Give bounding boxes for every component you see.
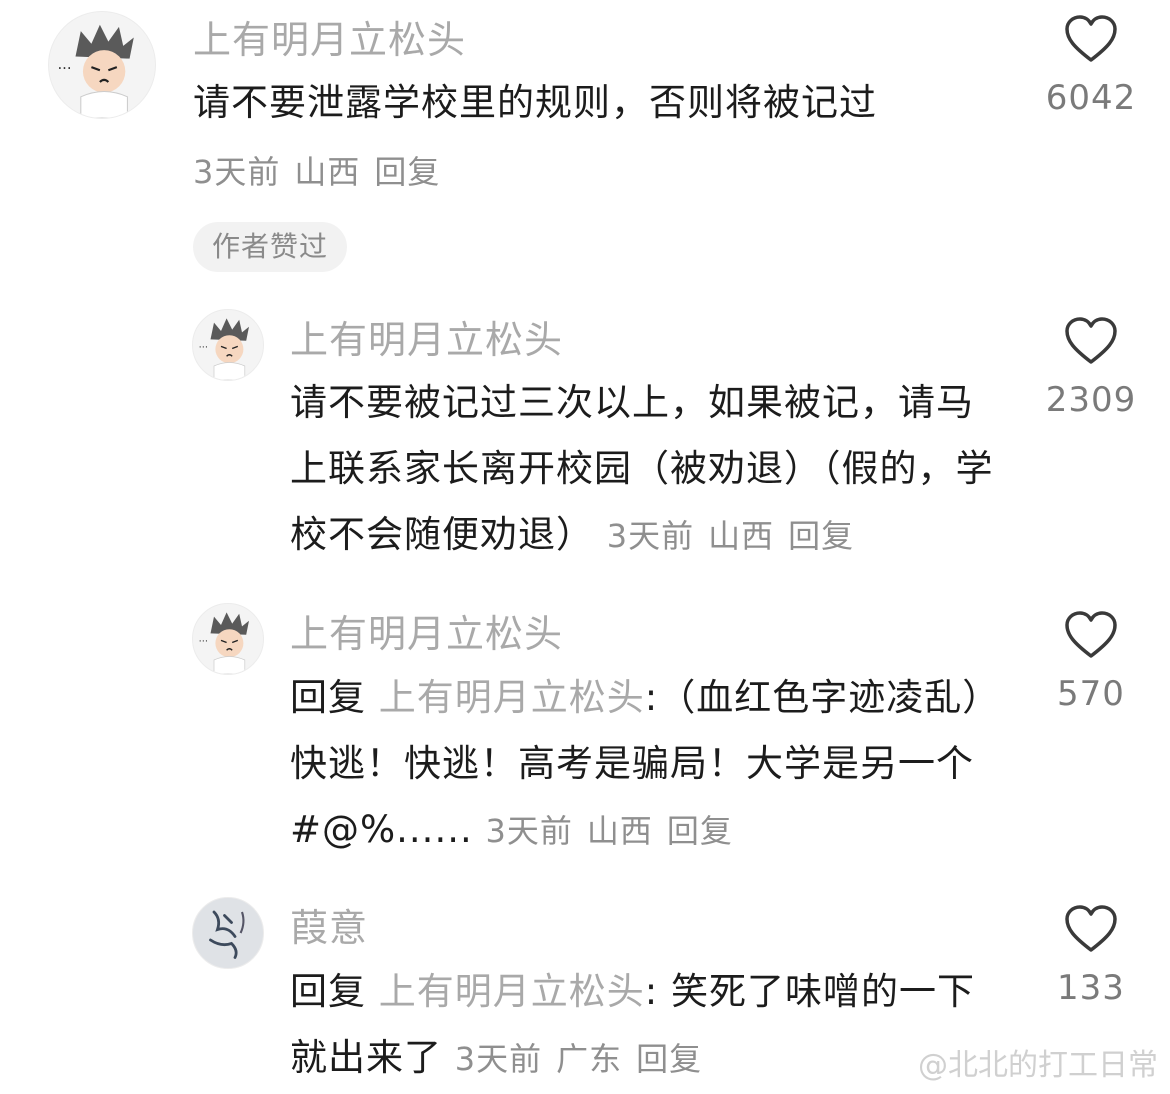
reply-prefix: 回复: [290, 970, 366, 1013]
comment-meta: 3天前 山西 回复: [607, 517, 868, 555]
cartoon-character-avatar-icon: ···: [199, 612, 249, 674]
comment-meta: 3天前 广东 回复: [455, 1040, 716, 1078]
heart-icon: [1065, 317, 1117, 364]
cartoon-character-avatar-icon: ···: [199, 318, 249, 380]
comment-location: 广东: [556, 1040, 623, 1078]
svg-text:···: ···: [57, 60, 71, 77]
comment-text: 请不要被记过三次以上，如果被记，请马上联系家长离开校园（被劝退）（假的，学校不会…: [290, 370, 1010, 569]
like-button[interactable]: 2309: [1036, 316, 1146, 420]
reply-button[interactable]: 回复: [788, 517, 854, 555]
username[interactable]: 上有明月立松头: [290, 612, 563, 656]
comment-time: 3天前: [454, 1040, 543, 1078]
comment-text: 回复 上有明月立松头: 笑死了味噌的一下就出来了 3天前 广东 回复: [290, 959, 1010, 1092]
reply-prefix: 回复: [290, 676, 366, 719]
like-count: 133: [1057, 968, 1125, 1008]
like-button[interactable]: 133: [1036, 904, 1146, 1008]
heart-icon: [1065, 611, 1117, 658]
avatar[interactable]: ···: [48, 11, 156, 119]
comment-text: 请不要泄露学校里的规则，否则将被记过: [193, 70, 993, 136]
avatar[interactable]: ···: [192, 603, 264, 675]
watermark: @北北的打工日常: [918, 1048, 1158, 1083]
comment-text: 回复 上有明月立松头:（血红色字迹凌乱）快逃！快逃！高考是骗局！大学是另一个#@…: [290, 665, 1010, 864]
heart-icon: [1065, 905, 1117, 952]
like-count: 570: [1057, 674, 1125, 714]
comment-time: 3天前: [193, 153, 281, 191]
reply-to-username[interactable]: 上有明月立松头: [379, 676, 645, 719]
calligraphy-avatar-icon: [193, 898, 263, 968]
like-button[interactable]: 570: [1036, 610, 1146, 714]
like-button[interactable]: 6042: [1036, 14, 1146, 118]
avatar[interactable]: [192, 897, 264, 969]
comment-location: 山西: [294, 153, 361, 191]
reply-to-username[interactable]: 上有明月立松头: [379, 970, 645, 1013]
username[interactable]: 上有明月立松头: [193, 18, 466, 62]
comment-time: 3天前: [606, 517, 695, 555]
comment-meta: 3天前 山西 回复: [486, 812, 747, 850]
comment-meta: 3天前 山西 回复: [193, 150, 454, 194]
svg-text:···: ···: [199, 343, 208, 354]
svg-text:···: ···: [199, 637, 208, 648]
comment-location: 山西: [708, 517, 775, 555]
reply-button[interactable]: 回复: [374, 153, 440, 191]
reply-button[interactable]: 回复: [667, 812, 733, 850]
cartoon-character-avatar-icon: ···: [57, 24, 134, 118]
avatar[interactable]: ···: [192, 309, 264, 381]
username[interactable]: 上有明月立松头: [290, 318, 563, 362]
comment-time: 3天前: [485, 812, 573, 850]
author-liked-badge: 作者赞过: [193, 222, 347, 272]
like-count: 2309: [1045, 380, 1137, 420]
like-count: 6042: [1045, 78, 1137, 118]
comment-body: 请不要泄露学校里的规则，否则将被记过: [193, 81, 877, 124]
comment-location: 山西: [586, 812, 653, 850]
reply-button[interactable]: 回复: [636, 1040, 702, 1078]
username[interactable]: 葭意: [290, 906, 368, 950]
heart-icon: [1065, 15, 1117, 62]
